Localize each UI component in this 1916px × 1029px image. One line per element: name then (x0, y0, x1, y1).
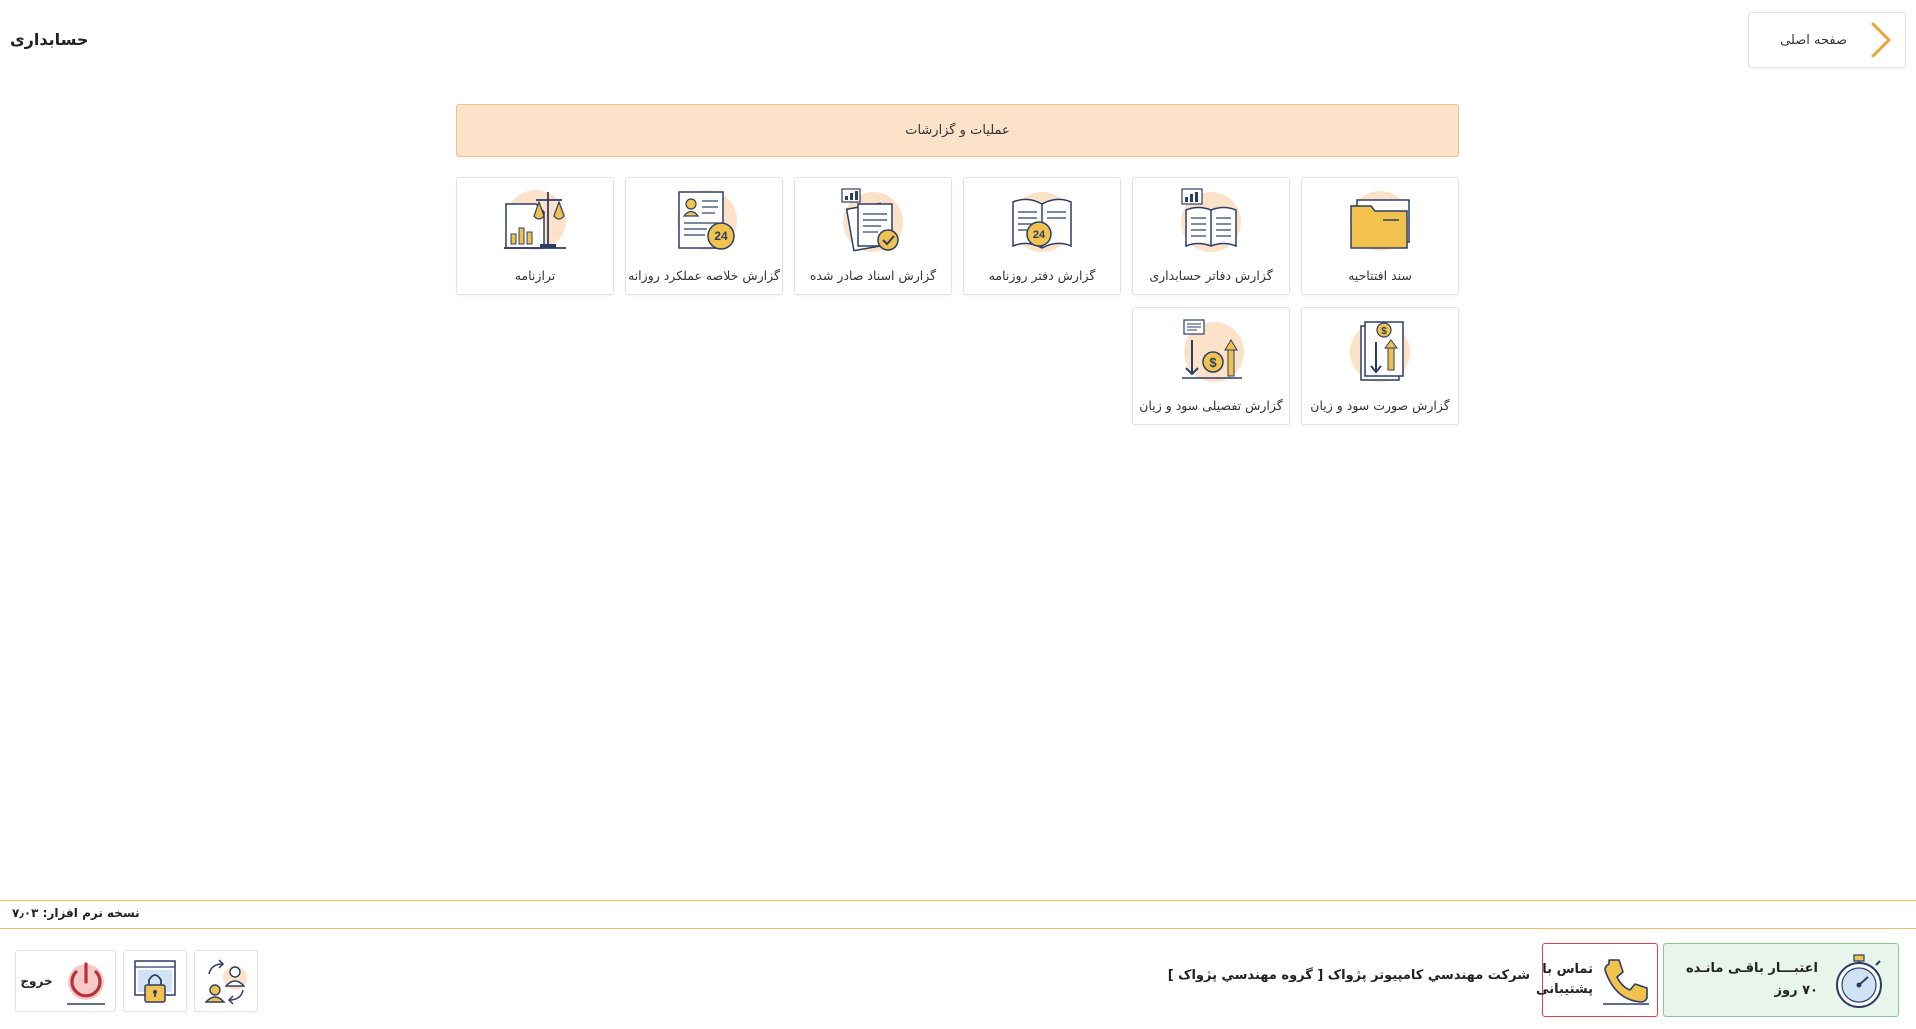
tile-label: سند افتتاحیه (1348, 268, 1412, 283)
journal-book-24-icon: 24 (1005, 186, 1079, 256)
tile-journal-report[interactable]: 24 گزارش دفتر روزنامه (963, 177, 1121, 295)
power-icon (61, 956, 111, 1006)
lock-icon (130, 956, 180, 1006)
section-header: عملیات و گزارشات (456, 104, 1459, 157)
tile-label: گزارش صورت سود و زیان (1310, 398, 1450, 413)
remaining-credit-label: اعتبـــار باقـی مانـده (1685, 961, 1818, 976)
tile-label: گزارش اسناد صادر شده (809, 268, 937, 283)
ledger-book-chart-icon (1174, 186, 1248, 256)
tile-balance-sheet[interactable]: ترازنامه (456, 177, 614, 295)
tile-label: ترازنامه (514, 268, 556, 283)
remaining-credit-text: اعتبـــار باقـی مانـده ۷۰ روز (1686, 958, 1818, 1002)
documents-check-icon (836, 186, 910, 256)
company-name: شركت مهندسي كامپيوتر پژواک [ گروه مهندسي… (1167, 968, 1530, 983)
page-title: حسابداری (10, 30, 89, 49)
logout-label: خروج (20, 974, 53, 988)
tile-profit-loss-detail[interactable]: $ گزارش تفصیلی سود و زیان (1132, 307, 1290, 425)
software-version: نسخه نرم افزار: ۷٫۰۳ (12, 906, 140, 920)
accounting-page: صفحه اصلی حسابداری عملیات و گزارشات سند … (0, 0, 1916, 1029)
contact-support-text: تماس با پشتیبانی (1536, 960, 1593, 1000)
home-button[interactable]: صفحه اصلی (1748, 12, 1906, 68)
operations-grid: سند افتتاحیه گزارش دفاتر حسابداری 24 گزا… (455, 177, 1459, 425)
folder-icon (1343, 186, 1417, 256)
tile-opening-document[interactable]: سند افتتاحیه (1301, 177, 1459, 295)
profile-sheet-24-icon: 24 (667, 186, 741, 256)
remaining-credit-box: اعتبـــار باقـی مانـده ۷۰ روز (1663, 943, 1899, 1017)
svg-text:$: $ (1381, 326, 1387, 337)
badge-24: 24 (714, 229, 728, 243)
profit-loss-detail-icon: $ (1174, 316, 1248, 386)
tile-label: گزارش خلاصه عملکرد روزانه (628, 268, 780, 283)
tile-label: گزارش تفصیلی سود و زیان (1139, 398, 1283, 413)
tile-profit-loss-statement[interactable]: $ گزارش صورت سود و زیان (1301, 307, 1459, 425)
badge-24: 24 (1033, 229, 1046, 241)
balance-sheet-icon (498, 186, 572, 256)
footer-divider-top (0, 900, 1916, 901)
switch-user-button[interactable] (194, 950, 258, 1012)
lock-screen-button[interactable] (123, 950, 187, 1012)
contact-support-line1: تماس با (1542, 962, 1593, 977)
home-button-label: صفحه اصلی (1780, 32, 1847, 48)
stopwatch-icon (1828, 949, 1890, 1011)
profit-loss-statement-icon: $ (1343, 316, 1417, 386)
remaining-credit-days: ۷۰ روز (1774, 983, 1818, 998)
tile-issued-documents-report[interactable]: گزارش اسناد صادر شده (794, 177, 952, 295)
tile-daily-summary-report[interactable]: 24 گزارش خلاصه عملکرد روزانه (625, 177, 783, 295)
tile-label: گزارش دفاتر حسابداری (1149, 268, 1273, 283)
tile-ledger-report[interactable]: گزارش دفاتر حسابداری (1132, 177, 1290, 295)
chevron-right-icon (1869, 20, 1893, 60)
tile-label: گزارش دفتر روزنامه (988, 268, 1096, 283)
contact-support-line2: پشتیبانی (1536, 982, 1593, 997)
phone-icon (1599, 954, 1651, 1006)
logout-button[interactable]: خروج (15, 950, 116, 1012)
switch-user-icon (201, 956, 251, 1006)
footer-divider-bottom (0, 928, 1916, 929)
svg-text:$: $ (1209, 355, 1217, 370)
contact-support-button[interactable]: تماس با پشتیبانی (1536, 943, 1658, 1017)
